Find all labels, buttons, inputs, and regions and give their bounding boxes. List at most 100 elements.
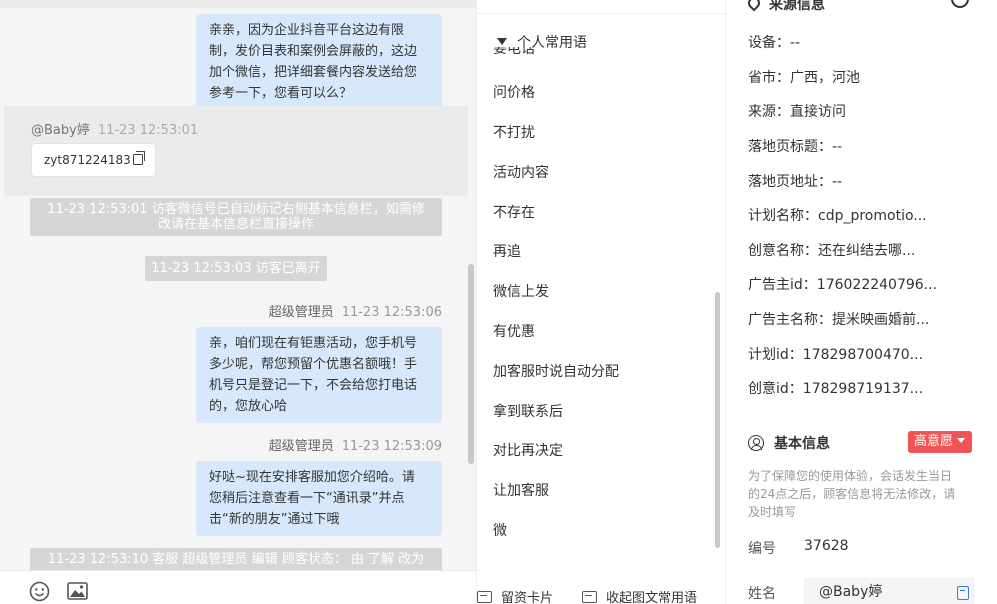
message-line: 参考一下，您看可以么？ <box>209 86 353 101</box>
app-root: 亲亲，因为企业抖音平台这边有限 制，发价目表和案例会屏蔽的，这边 加个微信，把详… <box>0 0 997 604</box>
message-line: 亲亲，因为企业抖音平台这边有限 <box>209 23 405 38</box>
visitor-message-text: zyt871224183 <box>44 153 131 167</box>
intent-level-dropdown[interactable]: 高意愿 <box>908 431 972 453</box>
row-key: 计划名称： <box>748 208 818 224</box>
shield-icon[interactable] <box>951 0 969 8</box>
customer-info-panel: 来源信息 设备：-- 省市：广西，河池 来源：直接访问 落地页标题：-- 落地页… <box>727 0 997 604</box>
phrase-item[interactable]: 加客服时说自动分配 <box>493 361 619 381</box>
agent-sender: 超级管理员 11-23 12:53:06 <box>269 301 442 320</box>
agent-message-bubble: 亲亲，因为企业抖音平台这边有限 制，发价目表和案例会屏蔽的，这边 加个微信，把详… <box>196 14 442 110</box>
phrases-scrollbar[interactable] <box>715 292 720 548</box>
row-key: 来源： <box>748 104 790 120</box>
row-key: 设备： <box>748 35 790 51</box>
phrase-item[interactable]: 对比再决定 <box>493 440 563 460</box>
row-key: 创意名称： <box>748 243 818 259</box>
row-value: -- <box>832 139 843 155</box>
phrases-footer: 留资卡片 收起图文常用语 <box>477 584 727 604</box>
row-value: -- <box>832 174 843 190</box>
chat-scrollbar[interactable] <box>468 264 474 464</box>
phrase-item[interactable]: 微信上发 <box>493 281 549 301</box>
smiley-icon[interactable] <box>29 581 50 602</box>
row-value: 178298700470... <box>802 347 924 363</box>
message-line: 多少呢，帮您预留个优惠名额哦！手 <box>209 357 418 372</box>
source-row-advertiser-id: 广告主id：176022240796... <box>748 274 937 294</box>
phrase-item[interactable]: 不打扰 <box>493 122 535 142</box>
source-row-source: 来源：直接访问 <box>748 101 846 121</box>
name-field[interactable]: @Baby婷 <box>804 578 974 604</box>
system-note-line: 改请在基本信息栏直接操作 <box>157 217 314 232</box>
basic-info-title-text: 基本信息 <box>774 436 830 452</box>
card-icon <box>477 591 492 603</box>
source-row-creative-id: 创意id：178298719137... <box>748 378 923 398</box>
copy-icon[interactable] <box>132 151 145 165</box>
row-key: 创意id： <box>748 381 803 397</box>
intent-level-label: 高意愿 <box>914 434 954 449</box>
phrase-item[interactable]: 问价格 <box>493 82 535 102</box>
phrase-item[interactable]: 微 <box>493 520 507 540</box>
system-note: 11-23 12:53:03 访客已离开 <box>145 256 327 281</box>
row-value: 直接访问 <box>790 104 846 120</box>
phrases-top-strip <box>477 0 727 14</box>
source-row-creative-name: 创意名称：还在纠结去哪... <box>748 240 915 260</box>
user-icon <box>748 435 764 451</box>
row-key: 落地页地址： <box>748 174 832 190</box>
message-line: 的，您放心哈 <box>209 399 288 414</box>
source-row-landing-title: 落地页标题：-- <box>748 136 842 156</box>
row-value: -- <box>790 35 801 51</box>
row-value: 广西，河池 <box>790 70 860 86</box>
phrase-item[interactable]: 拿到联系后 <box>493 401 563 421</box>
phrase-item[interactable]: 有优惠 <box>493 321 535 341</box>
phrase-item[interactable]: 不存在 <box>493 202 535 222</box>
number-label: 编号 <box>748 541 776 557</box>
sender-name: 超级管理员 <box>268 439 334 454</box>
location-pin-icon <box>745 0 763 12</box>
row-value: 提米映画婚前... <box>832 312 930 328</box>
phrase-item[interactable]: 让加客服 <box>493 480 549 500</box>
source-row-landing-url: 落地页地址：-- <box>748 171 842 191</box>
row-key: 广告主名称： <box>748 312 832 328</box>
phrase-item-label: 要电话 <box>493 47 535 57</box>
visitor-message-group: @Baby婷 11-23 12:53:01 zyt871224183 <box>4 106 468 196</box>
basic-info-title: 基本信息 <box>748 433 830 453</box>
chat-top-bar <box>0 0 476 8</box>
system-note: 11-23 12:53:01 访客微信号已自动标记右侧基本信息栏，如需修 改请在… <box>30 198 442 236</box>
chat-toolbar <box>0 570 476 604</box>
collapse-phrases-label: 收起图文常用语 <box>606 591 698 604</box>
caret-down-icon <box>957 438 966 443</box>
number-value: 37628 <box>804 538 849 554</box>
source-row-plan-id: 计划id：178298700470... <box>748 344 923 364</box>
lead-card-label: 留资卡片 <box>501 591 554 604</box>
phrase-item[interactable]: 活动内容 <box>493 162 549 182</box>
row-value: 176022240796... <box>816 277 938 293</box>
message-line: 制，发价目表和案例会屏蔽的，这边 <box>209 44 418 59</box>
system-note-line: 11-23 12:53:01 访客微信号已自动标记右侧基本信息栏，如需修 <box>47 202 425 217</box>
visitor-time: 11-23 12:53:01 <box>97 123 199 138</box>
row-key: 省市： <box>748 70 790 86</box>
visitor-message-bubble: zyt871224183 <box>31 143 156 177</box>
lead-card-button[interactable]: 留资卡片 <box>477 587 553 604</box>
chat-message-list[interactable]: 亲亲，因为企业抖音平台这边有限 制，发价目表和案例会屏蔽的，这边 加个微信，把详… <box>0 8 476 570</box>
message-line: 击“新的朋友”通过下哦 <box>209 512 340 527</box>
source-row-plan-name: 计划名称：cdp_promotio... <box>748 205 927 225</box>
row-value: 178298719137... <box>802 381 924 397</box>
caret-down-icon <box>497 38 507 45</box>
phrase-item-partial[interactable]: 要电话 <box>493 47 573 57</box>
agent-message-bubble: 亲，咱们现在有钜惠活动，您手机号 多少呢，帮您预留个优惠名额哦！手 机号只是登记… <box>196 327 442 423</box>
source-row-advertiser-name: 广告主名称：提米映画婚前... <box>748 309 929 329</box>
phrase-item[interactable]: 再追 <box>493 241 521 261</box>
image-icon[interactable] <box>67 582 88 600</box>
system-note-line: 11-23 12:53:10 客服 超级管理员 编辑 顾客状态： 由 了解 改为 <box>47 552 425 567</box>
row-value: cdp_promotio... <box>818 208 927 224</box>
common-phrases-panel: 个人常用语 要电话 问价格 不打扰 活动内容 不存在 再追 微信上发 有优惠 加… <box>476 0 727 604</box>
row-key: 计划id： <box>748 347 803 363</box>
source-info-title: 来源信息 <box>745 0 825 14</box>
notice-line: 及时填写 <box>748 505 797 519</box>
source-info-title-text: 来源信息 <box>769 0 825 13</box>
row-value: 还在纠结去哪... <box>818 243 916 259</box>
sender-name: 超级管理员 <box>268 305 334 320</box>
visitor-name: @Baby婷 <box>31 123 90 138</box>
copy-document-icon[interactable] <box>957 586 969 600</box>
edit-deadline-notice: 为了保障您的使用体验，会话发生当日 的24点之后，顾客信息将无法修改，请 及时填… <box>748 467 973 521</box>
message-line: 机号只是登记一下，不会给您打电话 <box>209 378 418 393</box>
collapse-phrases-button[interactable]: 收起图文常用语 <box>582 587 697 604</box>
